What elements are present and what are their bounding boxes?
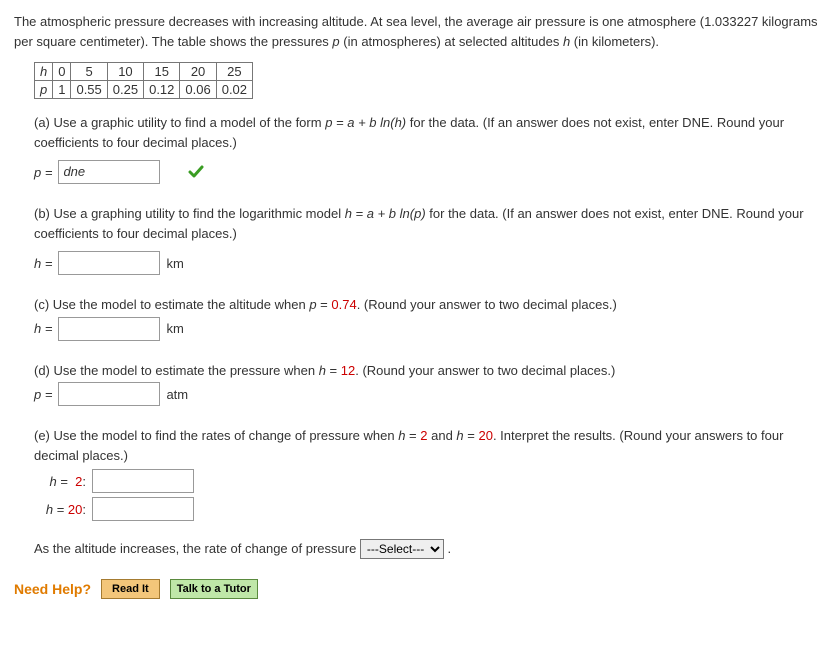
part-e-input-2[interactable] [92, 497, 194, 521]
part-e-select[interactable]: ---Select--- [360, 539, 444, 559]
part-e: (e) Use the model to find the rates of c… [34, 426, 821, 559]
part-e-sentence-before: As the altitude increases, the rate of c… [34, 541, 360, 556]
part-d-var-label: p = [34, 385, 52, 405]
part-a-var-label: p = [34, 163, 52, 183]
intro-text: The atmospheric pressure decreases with … [14, 12, 821, 52]
part-a-input[interactable]: dne [58, 160, 160, 184]
need-help-label: Need Help? [14, 581, 91, 597]
part-d-unit: atm [166, 385, 188, 405]
part-b: (b) Use a graphing utility to find the l… [34, 204, 821, 275]
read-it-button[interactable]: Read It [101, 579, 160, 599]
part-e-input-1[interactable] [92, 469, 194, 493]
part-d-input[interactable] [58, 382, 160, 406]
part-c-input[interactable] [58, 317, 160, 341]
part-b-unit: km [166, 254, 183, 274]
part-e-row2-label: h = 20: [34, 500, 86, 520]
part-e-row1-label: h = 2: [34, 472, 86, 492]
table-row: p 1 0.55 0.25 0.12 0.06 0.02 [35, 81, 253, 99]
part-b-input[interactable] [58, 251, 160, 275]
part-c: (c) Use the model to estimate the altitu… [34, 295, 821, 341]
table-row: h 0 5 10 15 20 25 [35, 63, 253, 81]
part-b-var-label: h = [34, 254, 52, 274]
talk-to-tutor-button[interactable]: Talk to a Tutor [170, 579, 258, 599]
part-e-sentence-after: . [448, 541, 452, 556]
data-table: h 0 5 10 15 20 25 p 1 0.55 0.25 0.12 0.0… [34, 62, 253, 99]
checkmark-icon [188, 164, 204, 180]
part-a: (a) Use a graphic utility to find a mode… [34, 113, 821, 184]
part-d: (d) Use the model to estimate the pressu… [34, 361, 821, 407]
part-c-var-label: h = [34, 319, 52, 339]
part-c-unit: km [166, 319, 183, 339]
need-help: Need Help? Read It Talk to a Tutor [14, 579, 821, 599]
